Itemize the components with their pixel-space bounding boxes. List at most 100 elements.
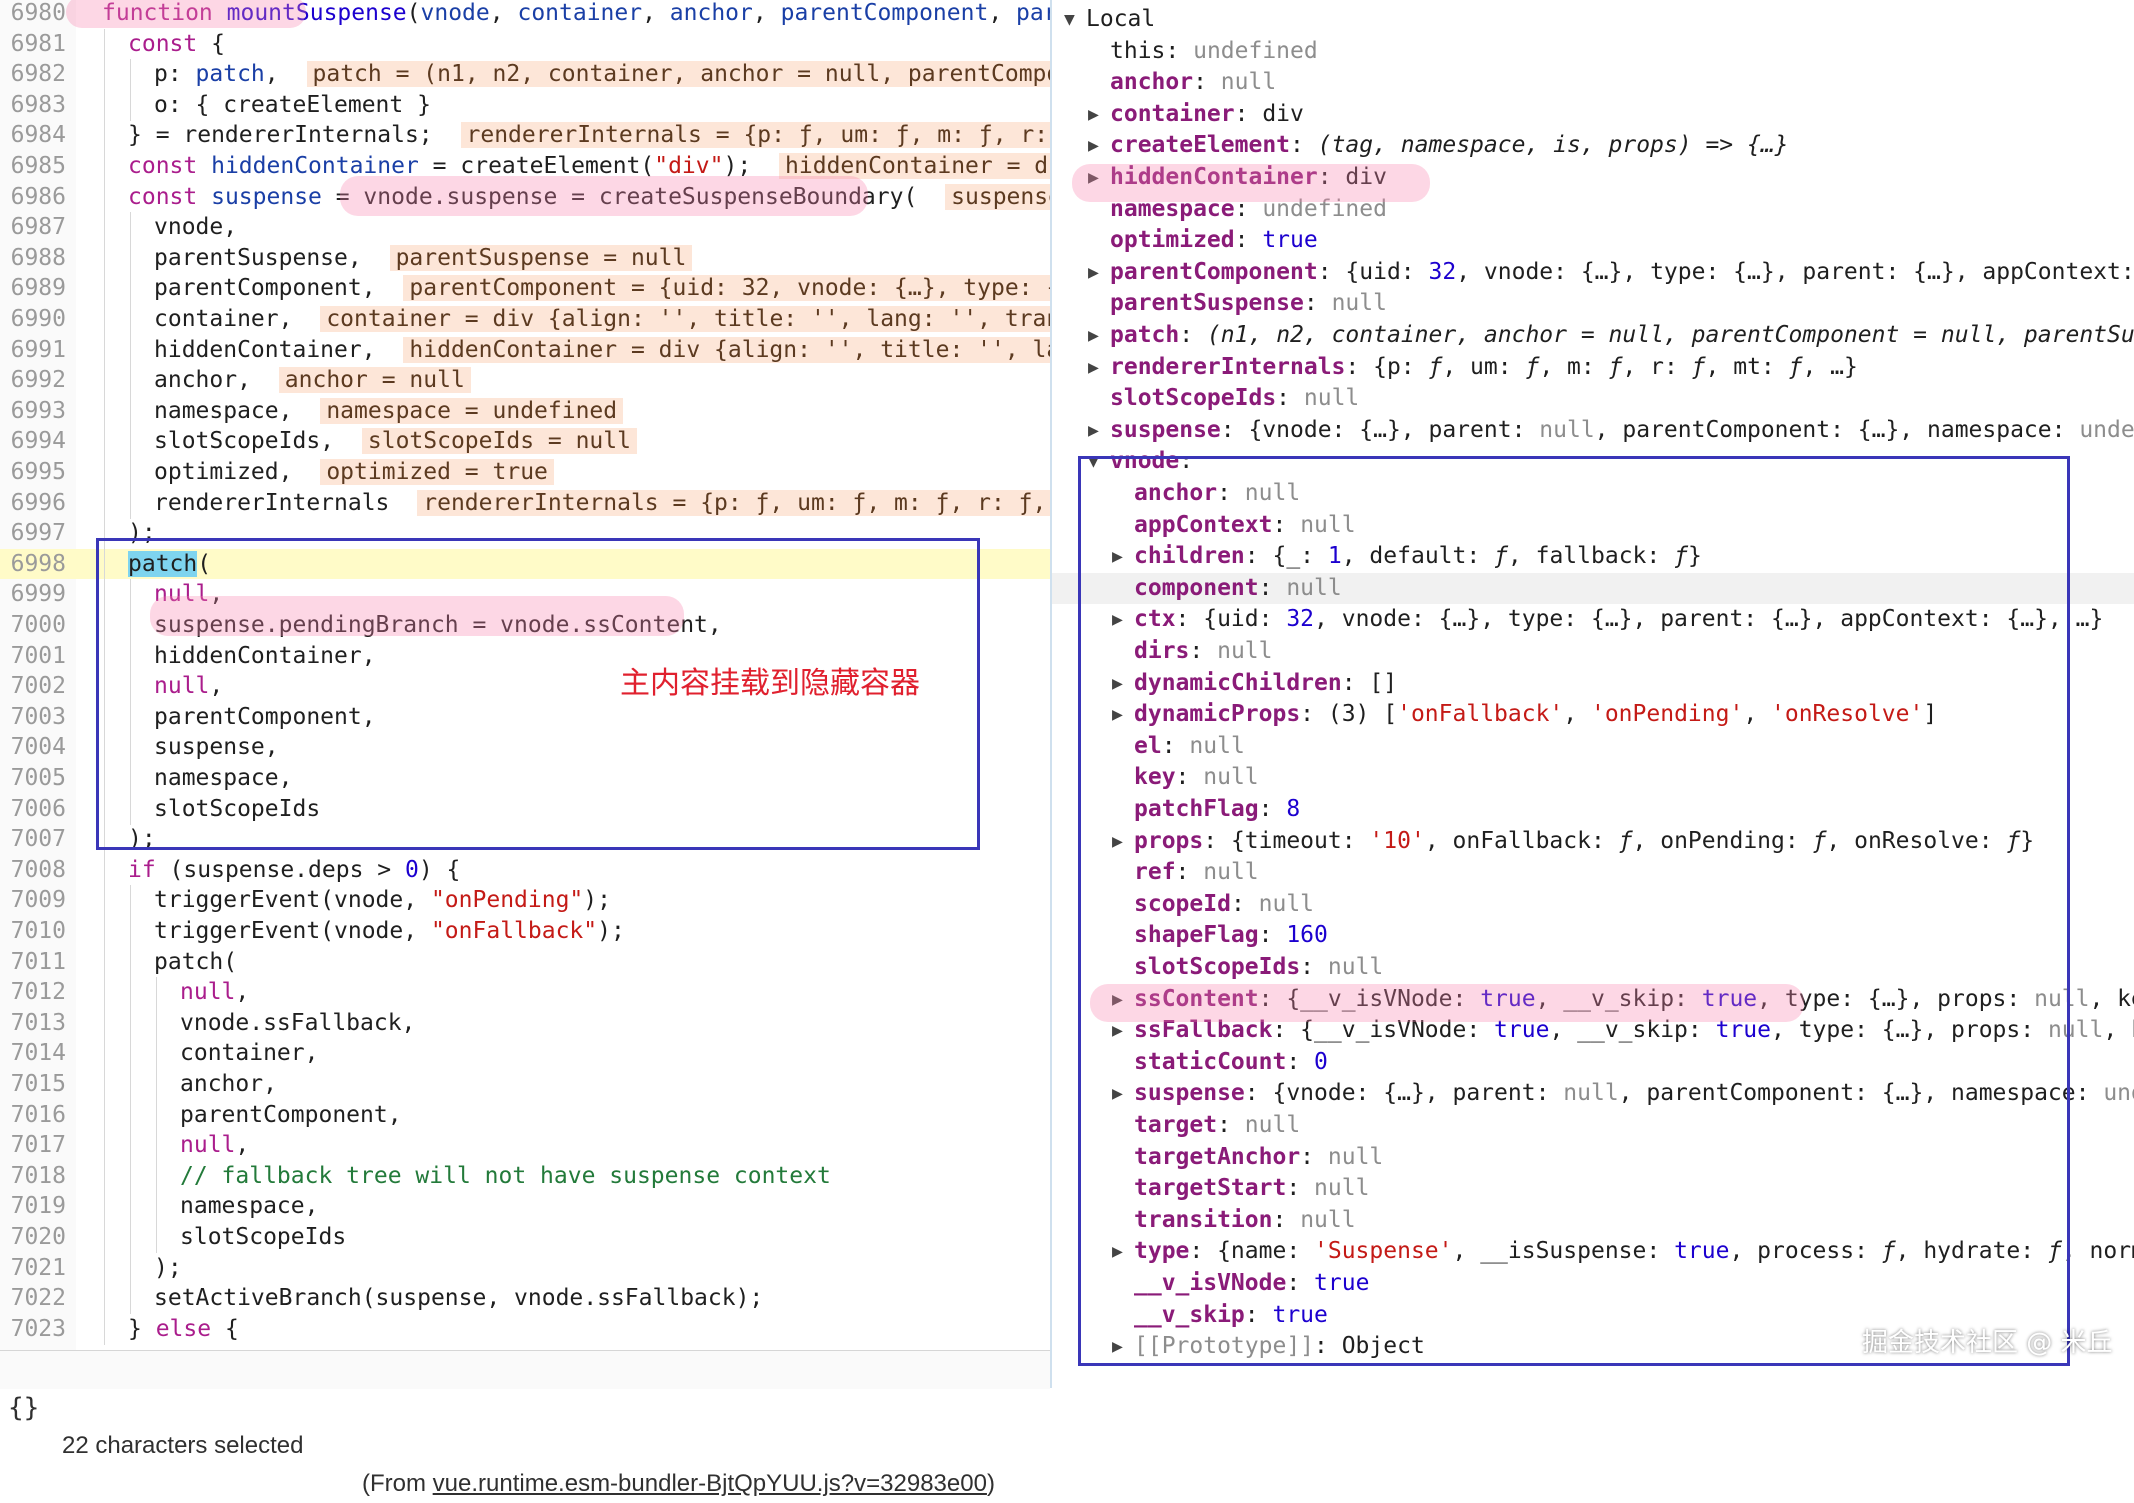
line-number[interactable]: 6984 — [0, 120, 66, 150]
code-line[interactable]: 7010 triggerEvent(vnode, "onFallback"); — [0, 916, 1050, 947]
scope-property[interactable]: this: undefined — [1052, 36, 2134, 67]
code-line[interactable]: 6988 parentSuspense, parentSuspense = nul… — [0, 242, 1050, 274]
line-number[interactable]: 6995 — [0, 457, 66, 487]
code-text[interactable]: parentComponent, parentComponent = {uid:… — [154, 273, 1050, 303]
scope-property[interactable]: ▶ parentComponent: {uid: 32, vnode: {…}, … — [1052, 257, 2134, 288]
code-text[interactable]: anchor, — [180, 1069, 277, 1099]
line-number[interactable]: 6994 — [0, 426, 66, 456]
code-line[interactable]: 7017 null, — [0, 1130, 1050, 1162]
scope-property-text[interactable]: optimized: true — [1110, 225, 1318, 256]
code-line[interactable]: 6983 o: { createElement } — [0, 89, 1050, 121]
scope-property[interactable]: ▶ suspense: {vnode: {…}, parent: null, pa… — [1052, 415, 2134, 446]
collapsed-triangle-icon[interactable]: ▶ — [1088, 257, 1099, 288]
scope-property[interactable]: parentSuspense: null — [1052, 288, 2134, 319]
code-text[interactable]: p: patch, patch = (n1, n2, container, an… — [154, 59, 1050, 89]
line-number[interactable]: 6998 — [0, 549, 66, 579]
line-number[interactable]: 6982 — [0, 59, 66, 89]
scope-property[interactable]: ▶ createElement: (tag, namespace, is, pro… — [1052, 130, 2134, 161]
line-number[interactable]: 7006 — [0, 794, 66, 824]
code-line[interactable]: 7013 vnode.ssFallback, — [0, 1007, 1050, 1039]
scope-property-text[interactable]: slotScopeIds: null — [1110, 383, 1359, 414]
code-line[interactable]: 7014 container, — [0, 1038, 1050, 1070]
code-text[interactable]: triggerEvent(vnode, "onPending"); — [154, 885, 611, 915]
pretty-print-icon[interactable]: {} — [8, 1389, 39, 1427]
line-number[interactable]: 7023 — [0, 1314, 66, 1344]
scope-property-text[interactable]: this: undefined — [1110, 36, 1318, 67]
code-line[interactable]: 7021); — [0, 1252, 1050, 1284]
line-number[interactable]: 6983 — [0, 90, 66, 120]
code-line[interactable]: 7022 setActiveBranch(suspense, vnode.ssFa… — [0, 1283, 1050, 1315]
code-text[interactable]: container, — [180, 1038, 318, 1068]
code-line[interactable]: 6995 optimized, optimized = true — [0, 457, 1050, 488]
scope-property[interactable]: slotScopeIds: null — [1052, 383, 2134, 414]
collapsed-triangle-icon[interactable]: ▶ — [1088, 320, 1099, 351]
code-text[interactable]: slotScopeIds, slotScopeIds = null — [154, 426, 637, 456]
scope-property[interactable]: optimized: true — [1052, 225, 2134, 256]
code-line[interactable]: 6991 hiddenContainer, hiddenContainer = d… — [0, 334, 1050, 366]
code-text[interactable]: null, — [180, 977, 249, 1007]
scope-property-text[interactable]: anchor: null — [1110, 67, 1276, 98]
collapsed-triangle-icon[interactable]: ▶ — [1088, 99, 1099, 130]
code-text[interactable]: } else { — [128, 1314, 239, 1344]
code-line[interactable]: 6993 namespace, namespace = undefined — [0, 395, 1050, 427]
line-number[interactable]: 7007 — [0, 824, 66, 854]
line-number[interactable]: 7020 — [0, 1222, 66, 1252]
scope-property-text[interactable]: parentComponent: {uid: 32, vnode: {…}, t… — [1110, 257, 2134, 288]
code-text[interactable]: optimized, optimized = true — [154, 457, 554, 487]
code-text[interactable]: vnode.ssFallback, — [180, 1008, 415, 1038]
line-number[interactable]: 6988 — [0, 243, 66, 273]
line-number[interactable]: 7011 — [0, 947, 66, 977]
code-text[interactable]: parentComponent, — [180, 1100, 402, 1130]
line-number[interactable]: 6985 — [0, 151, 66, 181]
code-line[interactable]: 7009 triggerEvent(vnode, "onPending"); — [0, 885, 1050, 917]
code-line[interactable]: 7011 patch( — [0, 946, 1050, 978]
line-number[interactable]: 7019 — [0, 1191, 66, 1221]
collapsed-triangle-icon[interactable]: ▶ — [1088, 415, 1099, 446]
line-number[interactable]: 7005 — [0, 763, 66, 793]
line-number[interactable]: 7022 — [0, 1283, 66, 1313]
line-number[interactable]: 6989 — [0, 273, 66, 303]
source-code-pane[interactable]: 6980 function mountSuspense(vnode, contai… — [0, 0, 1050, 1350]
line-number[interactable]: 6980 — [0, 0, 66, 28]
code-line[interactable]: 6994 slotScopeIds, slotScopeIds = null — [0, 426, 1050, 458]
line-number[interactable]: 6996 — [0, 488, 66, 518]
collapsed-triangle-icon[interactable]: ▶ — [1088, 352, 1099, 383]
code-text[interactable]: namespace, — [180, 1191, 318, 1221]
scope-property[interactable]: ▼ Local — [1052, 4, 2134, 35]
line-number[interactable]: 7012 — [0, 977, 66, 1007]
line-number[interactable]: 7021 — [0, 1253, 66, 1283]
scope-property[interactable]: ▶ container: div — [1052, 99, 2134, 130]
line-number[interactable]: 7004 — [0, 732, 66, 762]
code-line[interactable]: 6987 vnode, — [0, 212, 1050, 244]
line-number[interactable]: 7010 — [0, 916, 66, 946]
code-line[interactable]: 6990 container, container = div {align: '… — [0, 304, 1050, 335]
code-line[interactable]: 6992 anchor, anchor = null — [0, 365, 1050, 397]
line-number[interactable]: 7015 — [0, 1069, 66, 1099]
line-number[interactable]: 6991 — [0, 335, 66, 365]
code-text[interactable]: patch( — [154, 947, 237, 977]
code-text[interactable]: const { — [128, 29, 225, 59]
scope-property-text[interactable]: Local — [1086, 4, 1155, 35]
code-text[interactable]: container, container = div {align: '', t… — [154, 304, 1050, 334]
line-number[interactable]: 6987 — [0, 212, 66, 242]
code-text[interactable]: } = rendererInternals; rendererInternals… — [128, 120, 1050, 150]
code-line[interactable]: 7016 parentComponent, — [0, 1099, 1050, 1131]
line-number[interactable]: 6986 — [0, 182, 66, 212]
code-text[interactable]: slotScopeIds — [180, 1222, 346, 1252]
line-number[interactable]: 7017 — [0, 1130, 66, 1160]
line-number[interactable]: 7016 — [0, 1100, 66, 1130]
code-line[interactable]: 6984 } = rendererInternals; rendererInter… — [0, 120, 1050, 152]
code-line[interactable]: 7019 namespace, — [0, 1191, 1050, 1223]
scope-property-text[interactable]: parentSuspense: null — [1110, 288, 1387, 319]
line-number[interactable]: 7000 — [0, 610, 66, 640]
scope-property-text[interactable]: patch: (n1, n2, container, anchor = null… — [1110, 320, 2134, 351]
code-line[interactable]: 7020 slotScopeIds — [0, 1222, 1050, 1253]
line-number[interactable]: 6990 — [0, 304, 66, 334]
line-number[interactable]: 7001 — [0, 641, 66, 671]
scope-property[interactable]: ▶ rendererInternals: {p: ƒ, um: ƒ, m: ƒ, … — [1052, 352, 2134, 383]
line-number[interactable]: 7018 — [0, 1161, 66, 1191]
code-text[interactable]: setActiveBranch(suspense, vnode.ssFallba… — [154, 1283, 763, 1313]
line-number[interactable]: 7013 — [0, 1008, 66, 1038]
code-text[interactable]: parentSuspense, parentSuspense = null — [154, 243, 693, 273]
line-number[interactable]: 6992 — [0, 365, 66, 395]
